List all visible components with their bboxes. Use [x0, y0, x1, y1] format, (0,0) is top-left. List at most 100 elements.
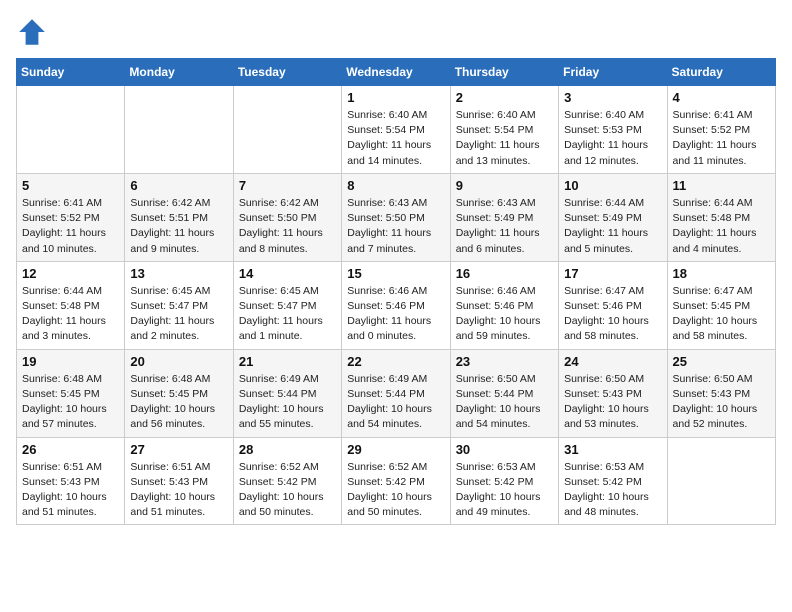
page-header	[16, 16, 776, 48]
day-info: Sunrise: 6:40 AM Sunset: 5:53 PM Dayligh…	[564, 108, 661, 169]
day-info: Sunrise: 6:44 AM Sunset: 5:48 PM Dayligh…	[673, 196, 770, 257]
day-info: Sunrise: 6:52 AM Sunset: 5:42 PM Dayligh…	[239, 460, 336, 521]
day-info: Sunrise: 6:47 AM Sunset: 5:45 PM Dayligh…	[673, 284, 770, 345]
calendar-table: SundayMondayTuesdayWednesdayThursdayFrid…	[16, 58, 776, 525]
weekday-header: Wednesday	[342, 59, 450, 86]
day-info: Sunrise: 6:43 AM Sunset: 5:50 PM Dayligh…	[347, 196, 444, 257]
logo	[16, 16, 52, 48]
day-info: Sunrise: 6:47 AM Sunset: 5:46 PM Dayligh…	[564, 284, 661, 345]
calendar-cell: 18 Sunrise: 6:47 AM Sunset: 5:45 PM Dayli…	[667, 261, 775, 349]
calendar-cell: 3 Sunrise: 6:40 AM Sunset: 5:53 PM Daylig…	[559, 86, 667, 174]
calendar-cell: 15 Sunrise: 6:46 AM Sunset: 5:46 PM Dayli…	[342, 261, 450, 349]
day-number: 18	[673, 266, 770, 281]
weekday-header: Thursday	[450, 59, 558, 86]
day-info: Sunrise: 6:43 AM Sunset: 5:49 PM Dayligh…	[456, 196, 553, 257]
calendar-cell: 26Sunrise: 6:51 AM Sunset: 5:43 PM Dayli…	[17, 437, 125, 525]
calendar-cell: 28 Sunrise: 6:52 AM Sunset: 5:42 PM Dayli…	[233, 437, 341, 525]
calendar-header-row: SundayMondayTuesdayWednesdayThursdayFrid…	[17, 59, 776, 86]
weekday-header: Monday	[125, 59, 233, 86]
day-info: Sunrise: 6:46 AM Sunset: 5:46 PM Dayligh…	[456, 284, 553, 345]
day-info: Sunrise: 6:41 AM Sunset: 5:52 PM Dayligh…	[22, 196, 119, 257]
calendar-cell: 10 Sunrise: 6:44 AM Sunset: 5:49 PM Dayli…	[559, 173, 667, 261]
day-info: Sunrise: 6:45 AM Sunset: 5:47 PM Dayligh…	[239, 284, 336, 345]
calendar-cell: 12Sunrise: 6:44 AM Sunset: 5:48 PM Dayli…	[17, 261, 125, 349]
calendar-cell: 31Sunrise: 6:53 AM Sunset: 5:42 PM Dayli…	[559, 437, 667, 525]
day-info: Sunrise: 6:48 AM Sunset: 5:45 PM Dayligh…	[130, 372, 227, 433]
calendar-cell: 14 Sunrise: 6:45 AM Sunset: 5:47 PM Dayli…	[233, 261, 341, 349]
day-number: 29	[347, 442, 444, 457]
day-info: Sunrise: 6:50 AM Sunset: 5:43 PM Dayligh…	[564, 372, 661, 433]
day-info: Sunrise: 6:49 AM Sunset: 5:44 PM Dayligh…	[239, 372, 336, 433]
day-number: 30	[456, 442, 553, 457]
day-number: 15	[347, 266, 444, 281]
calendar-cell: 4Sunrise: 6:41 AM Sunset: 5:52 PM Daylig…	[667, 86, 775, 174]
weekday-header: Saturday	[667, 59, 775, 86]
day-number: 1	[347, 90, 444, 105]
calendar-cell: 8 Sunrise: 6:43 AM Sunset: 5:50 PM Daylig…	[342, 173, 450, 261]
calendar-cell: 7Sunrise: 6:42 AM Sunset: 5:50 PM Daylig…	[233, 173, 341, 261]
day-info: Sunrise: 6:40 AM Sunset: 5:54 PM Dayligh…	[347, 108, 444, 169]
calendar-cell: 23 Sunrise: 6:50 AM Sunset: 5:44 PM Dayli…	[450, 349, 558, 437]
calendar-cell: 19 Sunrise: 6:48 AM Sunset: 5:45 PM Dayli…	[17, 349, 125, 437]
calendar-cell: 27Sunrise: 6:51 AM Sunset: 5:43 PM Dayli…	[125, 437, 233, 525]
day-info: Sunrise: 6:45 AM Sunset: 5:47 PM Dayligh…	[130, 284, 227, 345]
day-info: Sunrise: 6:44 AM Sunset: 5:49 PM Dayligh…	[564, 196, 661, 257]
calendar-cell: 25 Sunrise: 6:50 AM Sunset: 5:43 PM Dayli…	[667, 349, 775, 437]
day-info: Sunrise: 6:50 AM Sunset: 5:44 PM Dayligh…	[456, 372, 553, 433]
day-number: 10	[564, 178, 661, 193]
day-number: 12	[22, 266, 119, 281]
calendar-cell: 6 Sunrise: 6:42 AM Sunset: 5:51 PM Daylig…	[125, 173, 233, 261]
day-number: 22	[347, 354, 444, 369]
weekday-header: Sunday	[17, 59, 125, 86]
day-info: Sunrise: 6:51 AM Sunset: 5:43 PM Dayligh…	[130, 460, 227, 521]
day-number: 4	[673, 90, 770, 105]
day-number: 31	[564, 442, 661, 457]
day-number: 21	[239, 354, 336, 369]
calendar-cell	[667, 437, 775, 525]
calendar-cell	[125, 86, 233, 174]
calendar-cell: 17 Sunrise: 6:47 AM Sunset: 5:46 PM Dayli…	[559, 261, 667, 349]
day-info: Sunrise: 6:53 AM Sunset: 5:42 PM Dayligh…	[456, 460, 553, 521]
calendar-week-row: 12Sunrise: 6:44 AM Sunset: 5:48 PM Dayli…	[17, 261, 776, 349]
day-number: 16	[456, 266, 553, 281]
day-info: Sunrise: 6:46 AM Sunset: 5:46 PM Dayligh…	[347, 284, 444, 345]
calendar-week-row: 1 Sunrise: 6:40 AM Sunset: 5:54 PM Daylig…	[17, 86, 776, 174]
day-info: Sunrise: 6:40 AM Sunset: 5:54 PM Dayligh…	[456, 108, 553, 169]
day-info: Sunrise: 6:42 AM Sunset: 5:50 PM Dayligh…	[239, 196, 336, 257]
calendar-cell: 2 Sunrise: 6:40 AM Sunset: 5:54 PM Daylig…	[450, 86, 558, 174]
day-number: 6	[130, 178, 227, 193]
calendar-week-row: 5 Sunrise: 6:41 AM Sunset: 5:52 PM Daylig…	[17, 173, 776, 261]
calendar-cell	[233, 86, 341, 174]
day-info: Sunrise: 6:42 AM Sunset: 5:51 PM Dayligh…	[130, 196, 227, 257]
calendar-cell: 22 Sunrise: 6:49 AM Sunset: 5:44 PM Dayli…	[342, 349, 450, 437]
calendar-cell: 11Sunrise: 6:44 AM Sunset: 5:48 PM Dayli…	[667, 173, 775, 261]
calendar-cell: 30 Sunrise: 6:53 AM Sunset: 5:42 PM Dayli…	[450, 437, 558, 525]
day-info: Sunrise: 6:48 AM Sunset: 5:45 PM Dayligh…	[22, 372, 119, 433]
day-number: 3	[564, 90, 661, 105]
day-number: 28	[239, 442, 336, 457]
day-number: 2	[456, 90, 553, 105]
day-info: Sunrise: 6:49 AM Sunset: 5:44 PM Dayligh…	[347, 372, 444, 433]
calendar-week-row: 26Sunrise: 6:51 AM Sunset: 5:43 PM Dayli…	[17, 437, 776, 525]
day-number: 14	[239, 266, 336, 281]
day-number: 8	[347, 178, 444, 193]
day-number: 24	[564, 354, 661, 369]
weekday-header: Tuesday	[233, 59, 341, 86]
day-number: 5	[22, 178, 119, 193]
calendar-cell: 1 Sunrise: 6:40 AM Sunset: 5:54 PM Daylig…	[342, 86, 450, 174]
calendar-cell: 16 Sunrise: 6:46 AM Sunset: 5:46 PM Dayli…	[450, 261, 558, 349]
day-number: 19	[22, 354, 119, 369]
weekday-header: Friday	[559, 59, 667, 86]
calendar-cell: 29 Sunrise: 6:52 AM Sunset: 5:42 PM Dayli…	[342, 437, 450, 525]
calendar-cell: 24 Sunrise: 6:50 AM Sunset: 5:43 PM Dayli…	[559, 349, 667, 437]
day-number: 23	[456, 354, 553, 369]
day-info: Sunrise: 6:50 AM Sunset: 5:43 PM Dayligh…	[673, 372, 770, 433]
calendar-cell	[17, 86, 125, 174]
calendar-cell: 5 Sunrise: 6:41 AM Sunset: 5:52 PM Daylig…	[17, 173, 125, 261]
day-number: 17	[564, 266, 661, 281]
calendar-cell: 9Sunrise: 6:43 AM Sunset: 5:49 PM Daylig…	[450, 173, 558, 261]
calendar-cell: 13Sunrise: 6:45 AM Sunset: 5:47 PM Dayli…	[125, 261, 233, 349]
calendar-week-row: 19 Sunrise: 6:48 AM Sunset: 5:45 PM Dayli…	[17, 349, 776, 437]
day-number: 25	[673, 354, 770, 369]
day-info: Sunrise: 6:52 AM Sunset: 5:42 PM Dayligh…	[347, 460, 444, 521]
